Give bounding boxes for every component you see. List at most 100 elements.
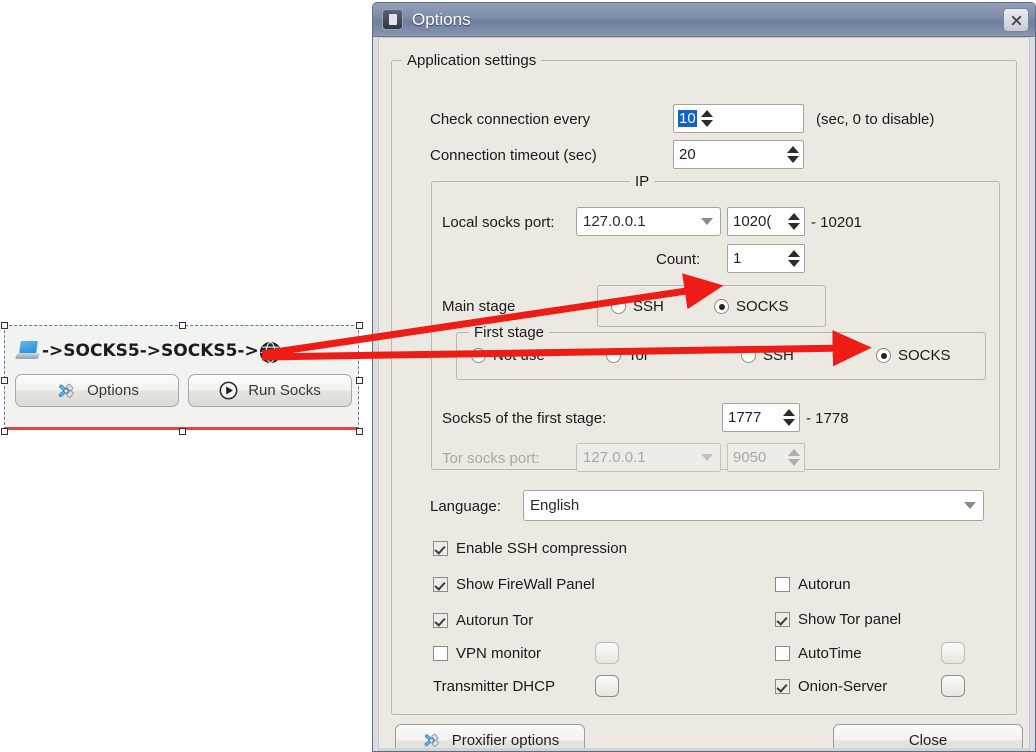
spinner-arrows[interactable] <box>784 208 804 235</box>
close-icon[interactable] <box>1003 8 1029 32</box>
check-connection-spinner[interactable]: 10 <box>673 104 804 133</box>
first-stage-radio-not-use-label: Not use <box>493 347 545 364</box>
checkbox-icon <box>775 612 790 627</box>
vpn-monitor-mini-button[interactable] <box>595 642 619 664</box>
local-socks-ip-combo[interactable]: 127.0.0.1 <box>576 207 721 236</box>
first-stage-radio-not-use[interactable]: Not use <box>471 347 545 364</box>
checkbox-show-tor-panel[interactable]: Show Tor panel <box>775 611 901 628</box>
widget-options-button[interactable]: Options <box>15 374 179 407</box>
tor-socks-port-spinner: 9050 <box>727 443 805 472</box>
spinner-arrows[interactable] <box>784 245 804 272</box>
language-label: Language: <box>430 498 501 515</box>
count-value[interactable]: 1 <box>728 250 784 267</box>
resize-handle-nw[interactable] <box>1 322 8 329</box>
widget-button-row: Options Run Socks <box>15 374 352 407</box>
checkbox-autorun[interactable]: Autorun <box>775 576 851 593</box>
checkbox-onion-server[interactable]: Onion-Server <box>775 678 887 695</box>
checkbox-icon <box>433 541 448 556</box>
local-socks-ip-value: 127.0.0.1 <box>583 213 646 230</box>
tor-socks-ip-combo: 127.0.0.1 <box>576 443 721 472</box>
socks5-first-stage-range: - 1778 <box>806 410 849 427</box>
first-stage-radio-ssh-label: SSH <box>763 347 794 364</box>
connection-timeout-label: Connection timeout (sec) <box>430 147 597 164</box>
checkbox-label: Enable SSH compression <box>456 540 627 557</box>
spinner-arrows[interactable] <box>783 141 803 168</box>
widget-options-label: Options <box>87 382 139 399</box>
checkbox-vpn-monitor[interactable]: VPN monitor <box>433 645 541 662</box>
checkbox-label: Show Tor panel <box>798 611 902 628</box>
socks5-first-stage-spinner[interactable]: 1777 <box>722 403 800 432</box>
checkbox-icon <box>775 646 790 661</box>
local-socks-port-range: - 10201 <box>811 214 862 231</box>
tor-socks-port-value: 9050 <box>733 449 767 466</box>
checkbox-show-firewall-panel[interactable]: Show FireWall Panel <box>433 576 595 593</box>
checkbox-icon <box>775 679 790 694</box>
first-stage-radio-socks[interactable]: SOCKS <box>876 347 951 364</box>
check-connection-label: Check connection every <box>430 111 591 128</box>
language-combo[interactable]: English <box>523 490 984 521</box>
resize-handle-ne[interactable] <box>356 322 363 329</box>
widget-run-socks-label: Run Socks <box>248 382 321 399</box>
checkbox-enable-ssh-compression[interactable]: Enable SSH compression <box>433 540 627 557</box>
transmitter-dhcp-mini-button[interactable] <box>595 675 619 697</box>
radio-icon <box>471 348 486 363</box>
first-stage-radio-socks-label: SOCKS <box>898 347 951 364</box>
first-stage-radio-ssh[interactable]: SSH <box>741 347 794 364</box>
resize-handle-n[interactable] <box>179 322 186 329</box>
ip-group: IP Local socks port: 127.0.0.1 1020( - 1… <box>431 173 1000 472</box>
checkbox-label: Show FireWall Panel <box>456 576 595 593</box>
check-connection-value[interactable]: 10 <box>678 110 697 127</box>
ip-group-legend: IP <box>630 173 655 190</box>
main-stage-radio-socks[interactable]: SOCKS <box>714 298 789 315</box>
checkbox-icon <box>775 577 790 592</box>
connection-timeout-spinner[interactable]: 20 <box>673 140 804 169</box>
radio-icon <box>606 348 621 363</box>
spinner-arrows[interactable] <box>697 105 717 132</box>
dialog-titlebar[interactable]: Options <box>373 3 1035 37</box>
bottom-separator <box>379 748 1029 751</box>
main-stage-label: Main stage <box>442 298 516 315</box>
chevron-down-icon[interactable] <box>957 502 983 509</box>
count-label: Count: <box>656 251 701 268</box>
connection-timeout-value[interactable]: 20 <box>674 146 783 163</box>
first-stage-group: First stage Not use Tor SSH SOCKS <box>456 324 986 380</box>
spinner-arrows[interactable] <box>779 404 799 431</box>
onion-server-mini-button[interactable] <box>941 675 965 697</box>
resize-handle-sw[interactable] <box>1 428 8 435</box>
resize-handle-w[interactable] <box>1 377 8 384</box>
label-transmitter-dhcp: Transmitter DHCP <box>433 678 555 695</box>
application-settings-legend: Application settings <box>402 52 542 69</box>
checkbox-label: Autorun Tor <box>456 612 534 629</box>
radio-icon <box>611 299 626 314</box>
main-stage-radio-ssh[interactable]: SSH <box>611 298 664 315</box>
resize-handle-s[interactable] <box>179 428 186 435</box>
language-value: English <box>530 497 580 514</box>
local-socks-port-value[interactable]: 1020( <box>728 213 784 230</box>
widget-run-socks-button[interactable]: Run Socks <box>188 374 352 407</box>
dialog-title: Options <box>412 9 471 29</box>
resize-handle-e[interactable] <box>356 377 363 384</box>
first-stage-radio-tor[interactable]: Tor <box>606 347 649 364</box>
autotime-mini-button[interactable] <box>941 642 965 664</box>
application-settings-group: Application settings Check connection ev… <box>391 52 1017 715</box>
radio-icon <box>714 299 729 314</box>
chevron-down-icon <box>694 454 720 461</box>
options-dialog: Options Application settings Check conne… <box>372 2 1036 752</box>
app-icon <box>382 9 403 30</box>
checkbox-icon <box>433 613 448 628</box>
chevron-down-icon[interactable] <box>694 218 720 225</box>
socks5-first-stage-label: Socks5 of the first stage: <box>442 410 607 427</box>
check-connection-hint: (sec, 0 to disable) <box>816 111 935 128</box>
socks5-first-stage-value[interactable]: 1777 <box>723 409 779 426</box>
socks-chain-widget[interactable]: ->SOCKS5->SOCKS5-> Options Run Socks <box>1 322 363 435</box>
chain-label: ->SOCKS5->SOCKS5-> <box>42 340 259 361</box>
resize-handle-se[interactable] <box>356 428 363 435</box>
count-spinner[interactable]: 1 <box>727 244 805 273</box>
checkbox-autotime[interactable]: AutoTime <box>775 645 862 662</box>
widget-chain-row: ->SOCKS5->SOCKS5-> <box>14 334 352 368</box>
main-stage-group: SSH SOCKS <box>597 285 826 327</box>
checkbox-autorun-tor[interactable]: Autorun Tor <box>433 612 533 629</box>
desktop-background: ->SOCKS5->SOCKS5-> Options Run Socks <box>0 0 372 752</box>
first-stage-radio-tor-label: Tor <box>628 347 649 364</box>
local-socks-port-spinner[interactable]: 1020( <box>727 207 805 236</box>
